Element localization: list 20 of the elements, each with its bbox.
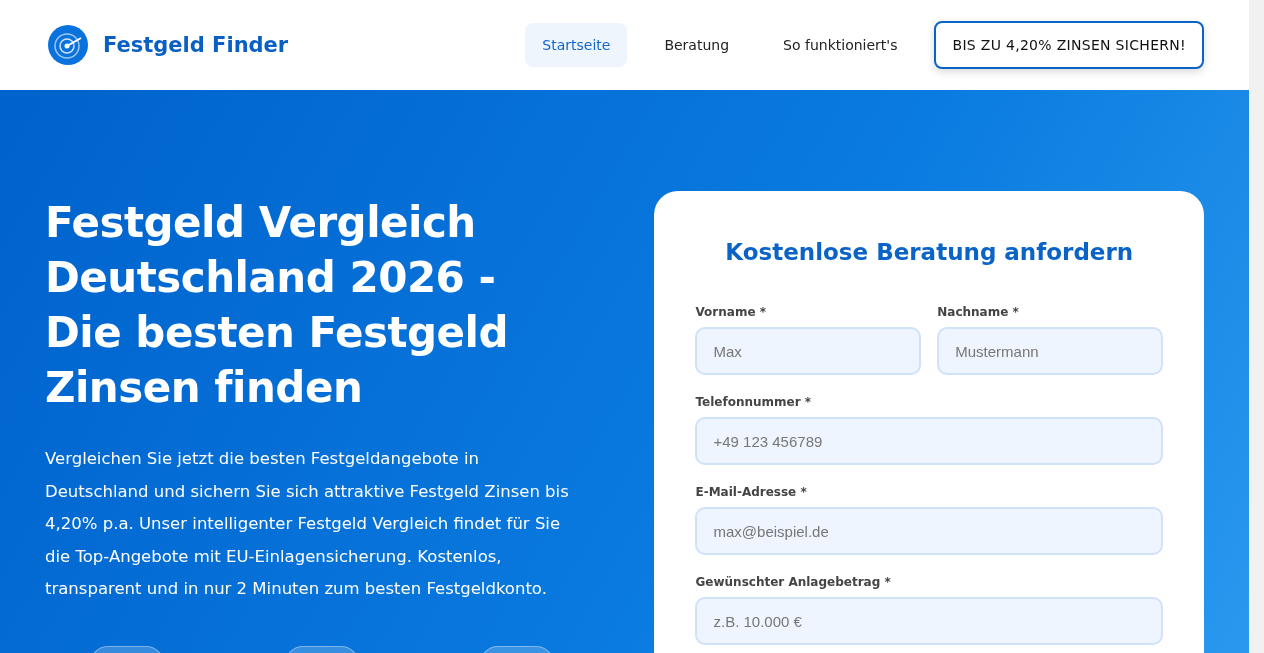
hero-heading: Festgeld Vergleich Deutschland 2026 - Die besten Festgeld Zinsen finden: [45, 197, 510, 414]
input-field[interactable]: Max: [695, 327, 922, 375]
hero-description: Vergleichen Sie jetzt die besten Festgeldangebote in Deutschland und sichern Sie sich attraktive Festgeld Zinsen bis 4,20% p.a. Unser intelligenter Festgeld Vergleich findet für Sie die Top-Angebote mit EU-Einlagensicherung. Kostenlos, transparent und in nur 2 Minuten zum besten Festgeldkonto.: [45, 448, 570, 600]
radar-logo-icon[interactable]: [47, 24, 89, 66]
field-label: Telefonnummer *: [695, 395, 812, 409]
field-label: Gewünschter Anlagebetrag *: [695, 575, 891, 589]
nav-link[interactable]: Startseite: [525, 23, 628, 67]
field-label: E-Mail-Adresse *: [695, 485, 807, 499]
brand-name[interactable]: Festgeld Finder: [103, 33, 289, 57]
scrollbar[interactable]: [1249, 0, 1264, 653]
cta-button[interactable]: BIS ZU 4,20% ZINSEN SICHERN!: [934, 21, 1204, 69]
input-field[interactable]: Mustermann: [937, 327, 1163, 375]
nav-link[interactable]: So funktioniert's: [766, 23, 915, 67]
input-field[interactable]: +49 123 456789: [695, 417, 1163, 465]
input-field[interactable]: z.B. 10.000 €: [695, 597, 1163, 645]
input-field[interactable]: max@beispiel.de: [695, 507, 1163, 555]
form-title: Kostenlose Beratung anfordern: [724, 239, 1135, 265]
nav-link[interactable]: Beratung: [647, 23, 747, 67]
field-label: Nachname *: [937, 305, 1019, 319]
field-label: Vorname *: [695, 305, 766, 319]
